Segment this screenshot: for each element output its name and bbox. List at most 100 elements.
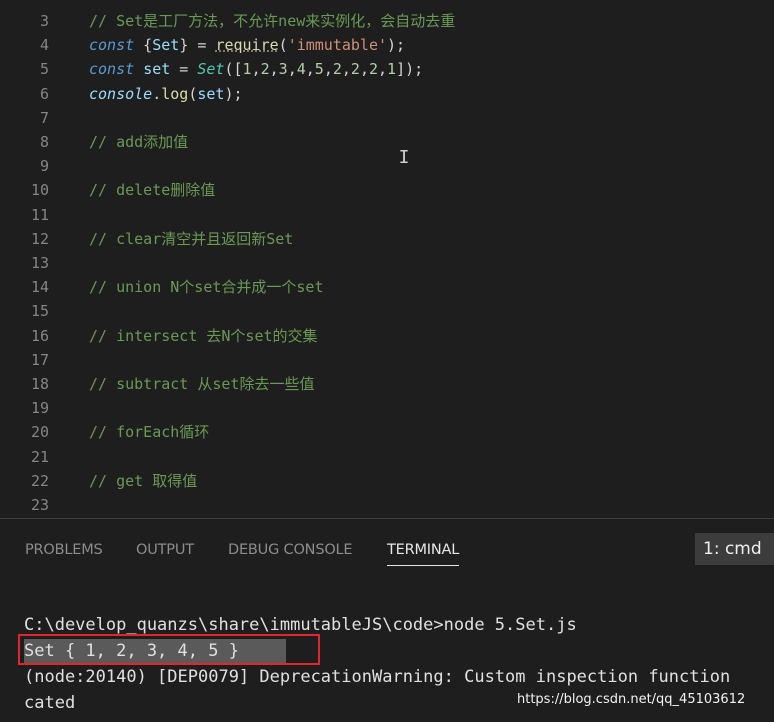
line-number: 16 [30,326,49,345]
tab-debug-console[interactable]: DEBUG CONSOLE [228,539,353,561]
code-line: 5 const set = Set([1,2,3,4,5,2,2,2,1]); [0,57,774,81]
code-token: ( [278,36,288,55]
code-line: 3 // Set是工厂方法，不允许new来实例化，会自动去重 [0,9,774,33]
code-line: 4 const {Set} = require('immutable'); [0,33,774,57]
code-token: // delete删除值 [89,181,216,200]
code-token: . [152,84,162,103]
code-token: , [323,60,333,79]
line-number: 23 [30,496,49,514]
code-token: 1 [387,60,397,79]
terminal-warning-line: (node:20140) [DEP0079] DeprecationWarnin… [24,667,731,687]
code-token: const [89,60,135,79]
code-line: 8 // add添加值 [0,130,774,154]
line-number: 4 [39,36,49,55]
code-token: Set [197,60,225,79]
code-line: 13 [0,251,774,275]
tab-terminal[interactable]: TERMINAL [387,539,459,566]
terminal-selector[interactable]: 1: cmd [695,533,774,565]
code-text: const set = Set([1,2,3,4,5,2,2,2,1]); [89,57,423,81]
code-token: // union N个set合并成一个set [89,278,324,297]
line-number: 11 [30,205,49,224]
code-token: ); [387,36,406,55]
line-number: 12 [30,229,49,248]
code-token: 2 [350,60,360,79]
line-number: 21 [30,447,49,466]
code-token: , [378,60,388,79]
code-token: ); [224,84,243,103]
code-token: Set [152,36,180,55]
code-text: // delete删除值 [89,178,215,202]
code-token: // forEach循环 [89,423,210,442]
code-text: // clear清空并且返回新Set [89,227,293,251]
code-token: 5 [314,60,324,79]
code-token: console [89,84,153,103]
code-token: , [359,60,369,79]
code-line: 10 // delete删除值 [0,178,774,202]
line-number: 17 [30,350,49,369]
line-number: 14 [30,278,49,297]
code-token: require [215,36,279,55]
code-token: , [341,60,351,79]
code-token: // get 取得值 [89,471,198,490]
code-token: // add添加值 [89,133,189,151]
code-token: 2 [368,60,378,79]
line-number: 20 [30,423,49,442]
code-line: 6 console.log(set); [0,82,774,106]
code-line: 12 // clear清空并且返回新Set [0,227,774,251]
line-number: 19 [30,399,49,418]
panel-tabs: PROBLEMS OUTPUT DEBUG CONSOLE TERMINAL 1… [0,519,774,575]
code-token: ([ [224,60,243,79]
code-text: // add添加值 [89,130,188,154]
code-text: // union N个set合并成一个set [89,275,324,299]
code-text: // forEach循环 [89,420,209,444]
code-line: 16 // intersect 去N个set的交集 [0,324,774,348]
code-text: // intersect 去N个set的交集 [89,324,318,348]
code-token: // subtract 从set除去一些值 [89,375,315,393]
code-token: set [197,84,225,103]
code-text: const {Set} = require('immutable'); [89,33,405,57]
code-token: { [134,36,153,55]
code-token: log [161,84,189,103]
code-editor[interactable]: 3// Set是工厂方法，不允许new来实例化，会自动去重 4 const {Set… [0,0,774,518]
code-token: 2 [332,60,342,79]
line-number: 10 [30,181,49,200]
code-line: 22 // get 取得值 [0,469,774,493]
line-number: 8 [39,133,49,151]
code-line: 23 [0,493,774,517]
code-token: const [89,36,135,55]
code-text: // get 取得值 [89,469,197,493]
code-token: // intersect 去N个set的交集 [89,326,318,345]
watermark: https://blog.csdn.net/qq_45103612 [517,692,746,707]
code-token: set [143,60,171,79]
code-line: 20 // forEach循环 [0,420,774,444]
line-number: 15 [30,302,49,321]
line-number: 7 [39,108,49,127]
code-line: 14 // union N个set合并成一个set [0,275,774,299]
line-number: 6 [39,84,49,103]
code-token: // Set是工厂方法，不允许new来实例化，会自动去重 [89,12,456,30]
code-line: 17 [0,348,774,372]
line-number: 9 [39,157,49,176]
text-cursor-icon: I [398,147,410,168]
code-token: 2 [260,60,270,79]
terminal-warning-continuation: cated [24,693,76,713]
code-line: 7 [0,106,774,130]
code-token: 'immutable' [287,36,388,55]
line-number: 5 [39,60,49,79]
tab-output[interactable]: OUTPUT [136,539,194,561]
code-token: } = [179,36,216,55]
code-line: 15 [0,299,774,323]
code-token: // clear清空并且返回新Set [89,229,294,248]
code-line: 11 [0,203,774,227]
code-token: = [170,60,198,79]
code-token: 3 [278,60,288,79]
line-number: 3 [39,12,49,30]
code-token: , [305,60,315,79]
line-number: 18 [30,375,49,393]
code-line: 9 [0,154,774,178]
code-token: ]); [396,60,424,79]
code-text: // Set是工厂方法，不允许new来实例化，会自动去重 [89,9,455,33]
tab-problems[interactable]: PROBLEMS [25,539,103,561]
code-token: , [251,60,261,79]
